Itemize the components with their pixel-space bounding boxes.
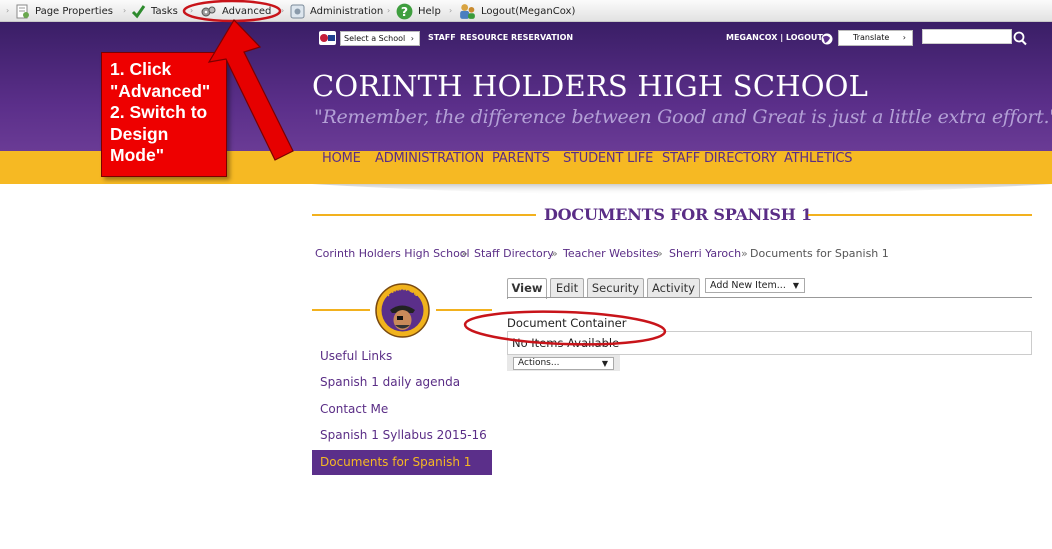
sidebar-item-contact-me[interactable]: Contact Me [320, 402, 388, 416]
sidebar-item-documents[interactable]: Documents for Spanish 1 [320, 455, 471, 469]
resource-reservation-link[interactable]: RESOURCE RESERVATION [460, 31, 573, 45]
toolbar-label: Logout(MeganCox) [481, 5, 576, 17]
users-logout-icon [460, 3, 475, 19]
nav-staff-directory[interactable]: STAFF DIRECTORY [662, 151, 777, 184]
svg-text:?: ? [401, 4, 408, 19]
instruction-callout: 1. Click "Advanced" 2. Switch to Design … [101, 52, 227, 177]
dropdown-arrow-icon: ▼ [601, 359, 608, 368]
advanced-gears-icon [201, 6, 216, 16]
toolbar-tasks[interactable]: Tasks [131, 0, 178, 22]
tab-view[interactable]: View [507, 278, 547, 299]
sidebar-item-useful-links[interactable]: Useful Links [320, 349, 392, 363]
tab-security[interactable]: Security [587, 278, 644, 298]
page-title: DOCUMENTS FOR SPANISH 1 [544, 205, 812, 224]
chevron-right-icon: › [902, 33, 906, 42]
school-name: CORINTH HOLDERS HIGH SCHOOL [312, 69, 869, 103]
add-new-item-label: Add New Item... [710, 280, 786, 291]
tab-rule [507, 297, 1032, 298]
actions-label: Actions... [518, 358, 560, 368]
toolbar-grip: › [6, 6, 10, 15]
heading-rule-left [312, 214, 536, 216]
toolbar-advanced[interactable]: Advanced [200, 0, 271, 22]
toolbar-label: Help [418, 5, 441, 17]
page-properties-icon [16, 4, 29, 18]
nav-student-life[interactable]: STUDENT LIFE [563, 151, 653, 184]
breadcrumb-separator: » [741, 247, 748, 260]
actions-dropdown[interactable]: Actions... ▼ [513, 357, 614, 370]
toolbar-label: Administration [310, 5, 384, 17]
translate-label: Translate [853, 33, 890, 42]
staff-link[interactable]: STAFF [428, 31, 456, 45]
breadcrumb-separator: » [461, 247, 468, 260]
search-input[interactable] [922, 29, 1012, 44]
administration-icon [290, 4, 305, 18]
toolbar-administration[interactable]: Administration [290, 0, 383, 22]
heading-rule-right [808, 214, 1032, 216]
nav-parents[interactable]: PARENTS [492, 151, 550, 184]
help-icon: ? [396, 3, 413, 19]
callout-line: 1. Click [110, 59, 172, 79]
breadcrumb-current: Documents for Spanish 1 [750, 247, 889, 260]
school-motto: "Remember, the difference between Good a… [314, 106, 1052, 128]
breadcrumb-link[interactable]: Staff Directory [474, 247, 554, 260]
callout-line: Design [110, 123, 169, 144]
nav-shadow [312, 184, 1052, 195]
breadcrumb-link[interactable]: Teacher Websites [563, 247, 659, 260]
document-container-title: Document Container [507, 316, 627, 330]
toolbar-separator: › [190, 6, 194, 15]
pirates-logo: PIRATES [375, 283, 430, 338]
sidebar-item-syllabus[interactable]: Spanish 1 Syllabus 2015-16 [320, 428, 487, 442]
toolbar-label: Advanced [222, 5, 272, 17]
callout-line: 2. Switch to [110, 102, 208, 122]
no-items-message: No Items Available [507, 331, 1032, 355]
toolbar-separator: › [449, 6, 453, 15]
tab-edit[interactable]: Edit [550, 278, 584, 298]
admin-toolbar: › Page Properties › Tasks › Advanced › A… [0, 0, 1052, 22]
select-school-label: Select a School [344, 34, 406, 43]
toolbar-label: Page Properties [35, 5, 113, 17]
toolbar-page-properties[interactable]: Page Properties [15, 0, 113, 22]
toolbar-separator: › [387, 6, 391, 15]
sidebar-item-daily-agenda[interactable]: Spanish 1 daily agenda [320, 375, 460, 389]
checkmark-icon [131, 4, 146, 18]
toolbar-logout[interactable]: Logout(MeganCox) [459, 0, 575, 22]
callout-line: "Advanced" [110, 80, 211, 101]
dropdown-arrow-icon: ▼ [792, 281, 799, 290]
nav-administration[interactable]: ADMINISTRATION [375, 151, 484, 184]
breadcrumb-link[interactable]: Corinth Holders High School [315, 247, 470, 260]
breadcrumb-separator: » [656, 247, 663, 260]
toolbar-label: Tasks [151, 5, 178, 17]
toolbar-separator: › [281, 6, 285, 15]
nav-home[interactable]: HOME [322, 151, 361, 184]
callout-line: Mode" [110, 145, 164, 165]
user-logout-link[interactable]: MEGANCOX | LOGOUT [726, 31, 823, 45]
breadcrumb-separator: » [551, 247, 558, 260]
toolbar-separator: › [123, 6, 127, 15]
breadcrumb-link[interactable]: Sherri Yaroch [669, 247, 741, 260]
screen: { "toolbar": { "items": [ {"label": "Pag… [0, 0, 1052, 549]
translate-button[interactable]: Translate › [838, 30, 913, 46]
nav-athletics[interactable]: ATHLETICS [784, 151, 853, 184]
tab-activity[interactable]: Activity [647, 278, 700, 298]
add-new-item-dropdown[interactable]: Add New Item... ▼ [705, 278, 805, 293]
sidebar-rule-right [436, 309, 492, 311]
chevron-right-icon: › [410, 34, 414, 43]
toolbar-help[interactable]: ? Help [396, 0, 441, 22]
select-school-dropdown[interactable]: Select a School › [340, 31, 420, 46]
sidebar-rule-left [312, 309, 370, 311]
